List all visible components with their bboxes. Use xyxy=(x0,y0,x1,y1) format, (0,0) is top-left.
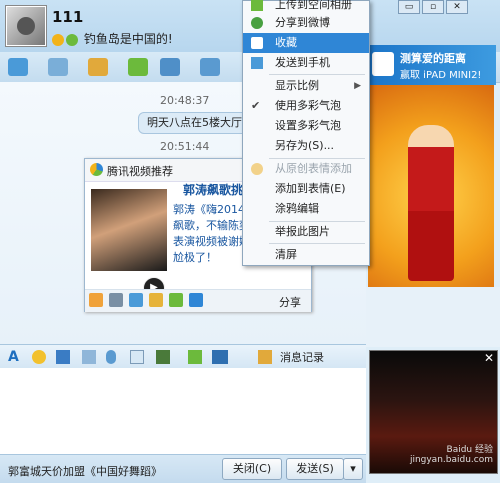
send-button[interactable]: 发送(S) xyxy=(286,458,344,480)
screenshot-icon[interactable] xyxy=(130,350,144,364)
contact-avatar[interactable] xyxy=(6,6,46,46)
music-icon[interactable] xyxy=(188,350,202,364)
menu-item-favorite[interactable]: 收藏 xyxy=(243,33,369,53)
share-link[interactable]: 分享 xyxy=(279,294,301,310)
favorite-icon[interactable] xyxy=(189,293,203,307)
message-record-button[interactable]: 消息记录 xyxy=(280,349,324,365)
screen-share-icon[interactable] xyxy=(212,350,228,364)
remote-assist-icon[interactable] xyxy=(160,58,180,76)
emoji-icon[interactable] xyxy=(89,293,103,307)
send-file-icon[interactable] xyxy=(88,58,108,76)
signature-text: 钓鱼岛是中国的! xyxy=(83,32,173,46)
contact-name: 111 xyxy=(52,8,84,26)
menu-item-add-to-emoji[interactable]: 添加到表情(E) xyxy=(243,179,369,199)
news-ticker[interactable]: 郭富城天价加盟《中国好舞蹈》 xyxy=(8,463,162,479)
weibo-icon xyxy=(251,17,263,29)
upload-album-icon xyxy=(251,0,263,11)
card-title: 腾讯视频推荐 xyxy=(107,165,173,178)
close-button[interactable]: 关闭(C) xyxy=(222,458,282,480)
card-line: 表演视频被谢娜 xyxy=(173,235,250,248)
ad-line2: 赢取 iPAD MINI2! xyxy=(400,70,482,81)
menu-item-share-weibo[interactable]: 分享到微博 xyxy=(243,13,369,33)
menu-item-bubble-settings[interactable]: 设置多彩气泡 xyxy=(243,116,369,136)
save-icon[interactable] xyxy=(109,293,123,307)
gift-icon[interactable] xyxy=(149,293,163,307)
close-video-icon[interactable]: ✕ xyxy=(484,351,494,365)
app-icon[interactable] xyxy=(200,58,220,76)
card-line: 飙歌，不输陈奕 xyxy=(173,219,250,232)
watermark: Baidu 经验 jingyan.baidu.com xyxy=(409,445,493,465)
input-toolbar: A 消息记录 xyxy=(0,344,366,370)
card-line: 尬极了！ xyxy=(173,251,217,264)
menu-item-doodle[interactable]: 涂鸦编辑 xyxy=(243,199,369,219)
maximize-button[interactable]: ▫ xyxy=(422,0,444,14)
phone-icon xyxy=(251,57,263,69)
menu-item-zoom[interactable]: 显示比例 ▶ xyxy=(243,76,369,96)
star-icon xyxy=(251,37,263,49)
voice-call-icon[interactable] xyxy=(48,58,68,76)
message-bubble[interactable]: 明天八点在5楼大厅 xyxy=(138,112,258,134)
menu-separator xyxy=(269,243,365,244)
send-image-icon[interactable] xyxy=(156,350,170,364)
menu-separator xyxy=(269,74,365,75)
menu-item-report-image[interactable]: 举报此图片 xyxy=(243,222,369,242)
message-input[interactable] xyxy=(0,368,366,454)
emoji-icon xyxy=(251,163,263,175)
video-thumbnail[interactable]: ▶ xyxy=(91,189,167,299)
costume-figure xyxy=(408,125,454,281)
screen-icon[interactable] xyxy=(129,293,143,307)
show-avatar-picture[interactable] xyxy=(368,85,494,287)
menu-item-clear-screen[interactable]: 清屏 xyxy=(243,245,369,265)
video-icon[interactable] xyxy=(82,350,96,364)
card-footer: 分享 xyxy=(85,289,311,312)
font-icon[interactable]: A xyxy=(8,349,19,365)
bottom-bar: 郭富城天价加盟《中国好舞蹈》 关闭(C) 发送(S) ▾ xyxy=(0,454,366,483)
create-group-icon[interactable] xyxy=(128,58,148,76)
window-controls: ▭ ▫ ✕ xyxy=(398,0,496,14)
timestamp: 20:48:37 xyxy=(160,94,210,107)
video-preview[interactable]: ✕ Baidu 经验 jingyan.baidu.com xyxy=(369,350,498,474)
sidebar-spacer xyxy=(366,287,500,347)
menu-item-save-as[interactable]: 另存为(S)... xyxy=(243,136,369,156)
minimize-button[interactable]: ▭ xyxy=(398,0,420,14)
ad-banner[interactable]: 测算爱的距离 赢取 iPAD MINI2! xyxy=(366,45,496,85)
vip-star-icon xyxy=(52,33,64,46)
voice-message-icon[interactable] xyxy=(106,350,116,364)
menu-item-add-original-emoji: 从原创表情添加 xyxy=(243,159,369,179)
menu-item-send-phone[interactable]: 发送到手机 xyxy=(243,53,369,73)
menu-item-colorful-bubble[interactable]: ✔ 使用多彩气泡 xyxy=(243,96,369,116)
ad-line1: 测算爱的距离 xyxy=(400,52,466,65)
contact-signature: 钓鱼岛是中国的! xyxy=(52,30,173,47)
message-record-icon[interactable] xyxy=(258,350,272,364)
image-icon[interactable] xyxy=(169,293,183,307)
status-icon xyxy=(66,33,78,46)
check-icon: ✔ xyxy=(251,99,261,112)
context-menu: 上传到空间相册 分享到微博 收藏 发送到手机 显示比例 ▶ ✔ 使用多彩气泡 设… xyxy=(242,0,370,266)
submenu-arrow-icon: ▶ xyxy=(354,81,361,91)
video-call-icon[interactable] xyxy=(8,58,28,76)
close-window-button[interactable]: ✕ xyxy=(446,0,468,14)
timestamp: 20:51:44 xyxy=(160,140,210,153)
ad-logo-icon xyxy=(372,52,394,76)
emoji-icon[interactable] xyxy=(32,350,46,364)
send-options-dropdown[interactable]: ▾ xyxy=(343,458,363,480)
shake-icon[interactable] xyxy=(56,350,70,364)
tencent-video-icon xyxy=(90,163,103,176)
